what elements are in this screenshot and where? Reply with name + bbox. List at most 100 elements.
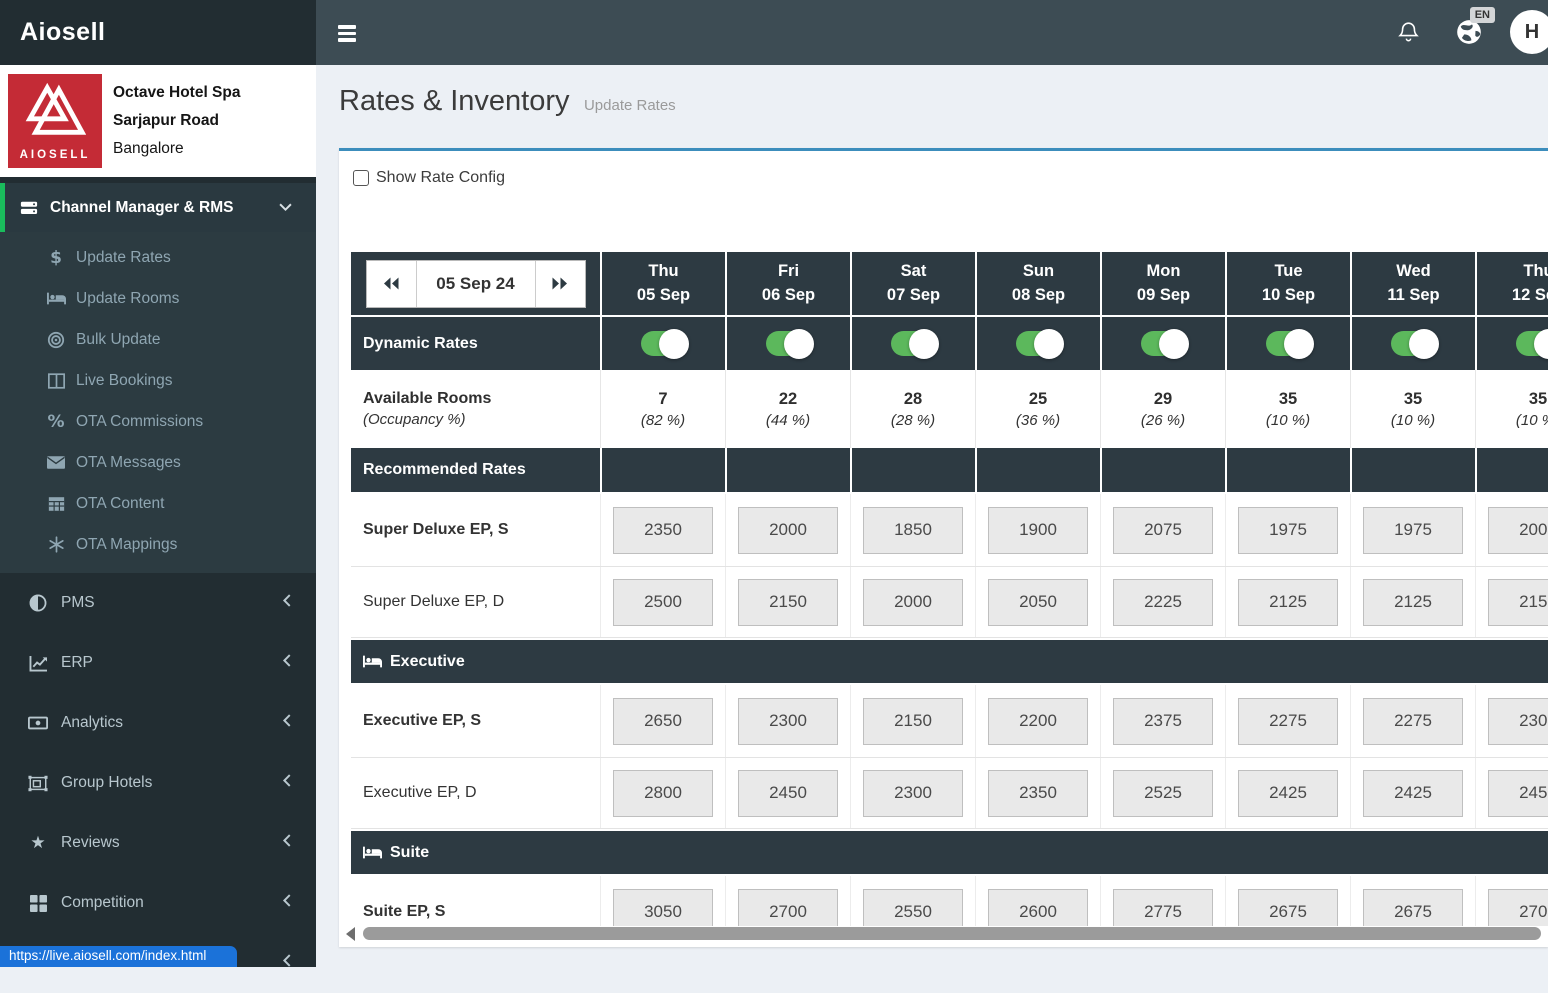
rate-input[interactable] [988, 889, 1088, 927]
sidebar-item-reviews[interactable]: ★Reviews [0, 813, 316, 873]
occupancy-value: (44 %) [766, 412, 810, 429]
occupancy-value: (10 %) [1516, 412, 1548, 429]
rate-input[interactable] [863, 770, 963, 817]
date-display: 05 Sep 24 [417, 261, 535, 307]
rate-input[interactable] [1238, 770, 1338, 817]
prev-date-button[interactable] [367, 261, 417, 307]
rate-input[interactable] [1488, 579, 1548, 626]
sidebar-item-group-hotels[interactable]: Group Hotels [0, 753, 316, 813]
scrollbar-thumb[interactable] [363, 927, 1541, 940]
column-day: Tue [1274, 260, 1302, 284]
rate-input[interactable] [613, 889, 713, 927]
dynamic-rate-toggle[interactable] [1516, 331, 1548, 356]
rate-input[interactable] [1363, 507, 1463, 554]
rate-input[interactable] [1363, 889, 1463, 927]
available-rooms-value: 7 [658, 390, 667, 409]
sidebar-item-ota-mappings[interactable]: OTA Mappings [0, 524, 316, 565]
rate-input[interactable] [738, 770, 838, 817]
rate-input[interactable] [1238, 507, 1338, 554]
sidebar-item-ota-content[interactable]: OTA Content [0, 483, 316, 524]
room-plan-label: Super Deluxe EP, S [351, 494, 600, 566]
rate-input[interactable] [1238, 579, 1338, 626]
sidebar-item-label: PMS [61, 594, 95, 612]
availability-cell: 7(82 %) [600, 370, 725, 448]
rate-cell [975, 494, 1100, 566]
rate-row-super-deluxe-ep-d: Super Deluxe EP, D [351, 567, 1548, 638]
rate-input[interactable] [613, 770, 713, 817]
rate-input[interactable] [1488, 507, 1548, 554]
next-date-button[interactable] [535, 261, 585, 307]
rate-input[interactable] [738, 579, 838, 626]
rate-input[interactable] [1238, 698, 1338, 745]
dynamic-rate-toggle[interactable] [1391, 331, 1437, 356]
rate-input[interactable] [988, 770, 1088, 817]
sidebar-item-competition[interactable]: Competition [0, 873, 316, 933]
availability-cell: 25(36 %) [975, 370, 1100, 448]
rate-input[interactable] [988, 579, 1088, 626]
rate-input[interactable] [1238, 889, 1338, 927]
rate-input[interactable] [1113, 770, 1213, 817]
rate-input[interactable] [738, 698, 838, 745]
sidebar-item-erp[interactable]: ERP [0, 633, 316, 693]
sidebar-menu: Channel Manager & RMS $Update RatesUpdat… [0, 183, 316, 993]
rate-input[interactable] [613, 507, 713, 554]
star-icon: ★ [25, 833, 51, 853]
rate-input[interactable] [863, 507, 963, 554]
dynamic-rate-toggle[interactable] [1141, 331, 1187, 356]
table-header-row: 05 Sep 24Thu05 SepFri06 SepSat07 SepSun0… [351, 252, 1548, 315]
toggle-knob [659, 329, 689, 359]
rate-input[interactable] [738, 889, 838, 927]
section-title: Recommended Rates [351, 448, 600, 492]
section-header-cell [1350, 448, 1475, 492]
rate-input[interactable] [988, 698, 1088, 745]
brand-logo[interactable]: Aiosell [0, 0, 316, 65]
chevron-down-icon [279, 199, 292, 217]
scroll-left-arrow-icon[interactable] [346, 927, 355, 941]
sidebar-item-ota-commissions[interactable]: %OTA Commissions [0, 401, 316, 442]
horizontal-scrollbar[interactable] [346, 926, 1541, 941]
rate-input[interactable] [1488, 770, 1548, 817]
rate-input[interactable] [1113, 579, 1213, 626]
sidebar-item-live-bookings[interactable]: Live Bookings [0, 360, 316, 401]
rate-input[interactable] [613, 698, 713, 745]
rate-cell [725, 758, 850, 828]
rate-input[interactable] [738, 507, 838, 554]
sidebar-item-ota-messages[interactable]: OTA Messages [0, 442, 316, 483]
page-subtitle: Update Rates [584, 97, 676, 114]
rate-input[interactable] [1113, 889, 1213, 927]
rate-input[interactable] [1113, 507, 1213, 554]
sidebar-item-channel-manager-rms[interactable]: Channel Manager & RMS [0, 183, 316, 232]
notifications-bell-icon[interactable] [1398, 21, 1419, 48]
rate-input[interactable] [1113, 698, 1213, 745]
rate-input[interactable] [988, 507, 1088, 554]
show-rate-config-checkbox[interactable] [353, 170, 369, 186]
rate-input[interactable] [613, 579, 713, 626]
sidebar-item-bulk-update[interactable]: Bulk Update [0, 319, 316, 360]
rate-input[interactable] [1488, 889, 1548, 927]
dynamic-rate-toggle[interactable] [1266, 331, 1312, 356]
sidebar-toggle-icon[interactable] [338, 25, 356, 42]
column-header-thu-12-sep: Thu12 Sep [1475, 252, 1548, 315]
user-avatar[interactable]: H [1510, 10, 1548, 54]
dynamic-rate-toggle[interactable] [766, 331, 812, 356]
availability-cell: 35(10 %) [1350, 370, 1475, 448]
sidebar-item-analytics[interactable]: Analytics [0, 693, 316, 753]
rate-input[interactable] [1363, 770, 1463, 817]
dynamic-rate-toggle[interactable] [1016, 331, 1062, 356]
rate-input[interactable] [863, 579, 963, 626]
rate-input[interactable] [1363, 698, 1463, 745]
rate-input[interactable] [1488, 698, 1548, 745]
rate-input[interactable] [863, 889, 963, 927]
dynamic-rate-toggle[interactable] [891, 331, 937, 356]
dynamic-rate-toggle[interactable] [641, 331, 687, 356]
sidebar-item-update-rates[interactable]: $Update Rates [0, 237, 316, 278]
sidebar-item-pms[interactable]: PMS [0, 573, 316, 633]
rate-input[interactable] [863, 698, 963, 745]
page-title: Rates & Inventory [339, 85, 570, 117]
hotel-info[interactable]: AIOSELL Octave Hotel Spa Sarjapur Road B… [0, 65, 316, 177]
sidebar-item-update-rooms[interactable]: Update Rooms [0, 278, 316, 319]
rate-input[interactable] [1363, 579, 1463, 626]
language-globe-icon[interactable]: EN [1456, 19, 1482, 50]
table-icon [43, 496, 69, 512]
room-plan-label: Executive EP, S [351, 685, 600, 757]
